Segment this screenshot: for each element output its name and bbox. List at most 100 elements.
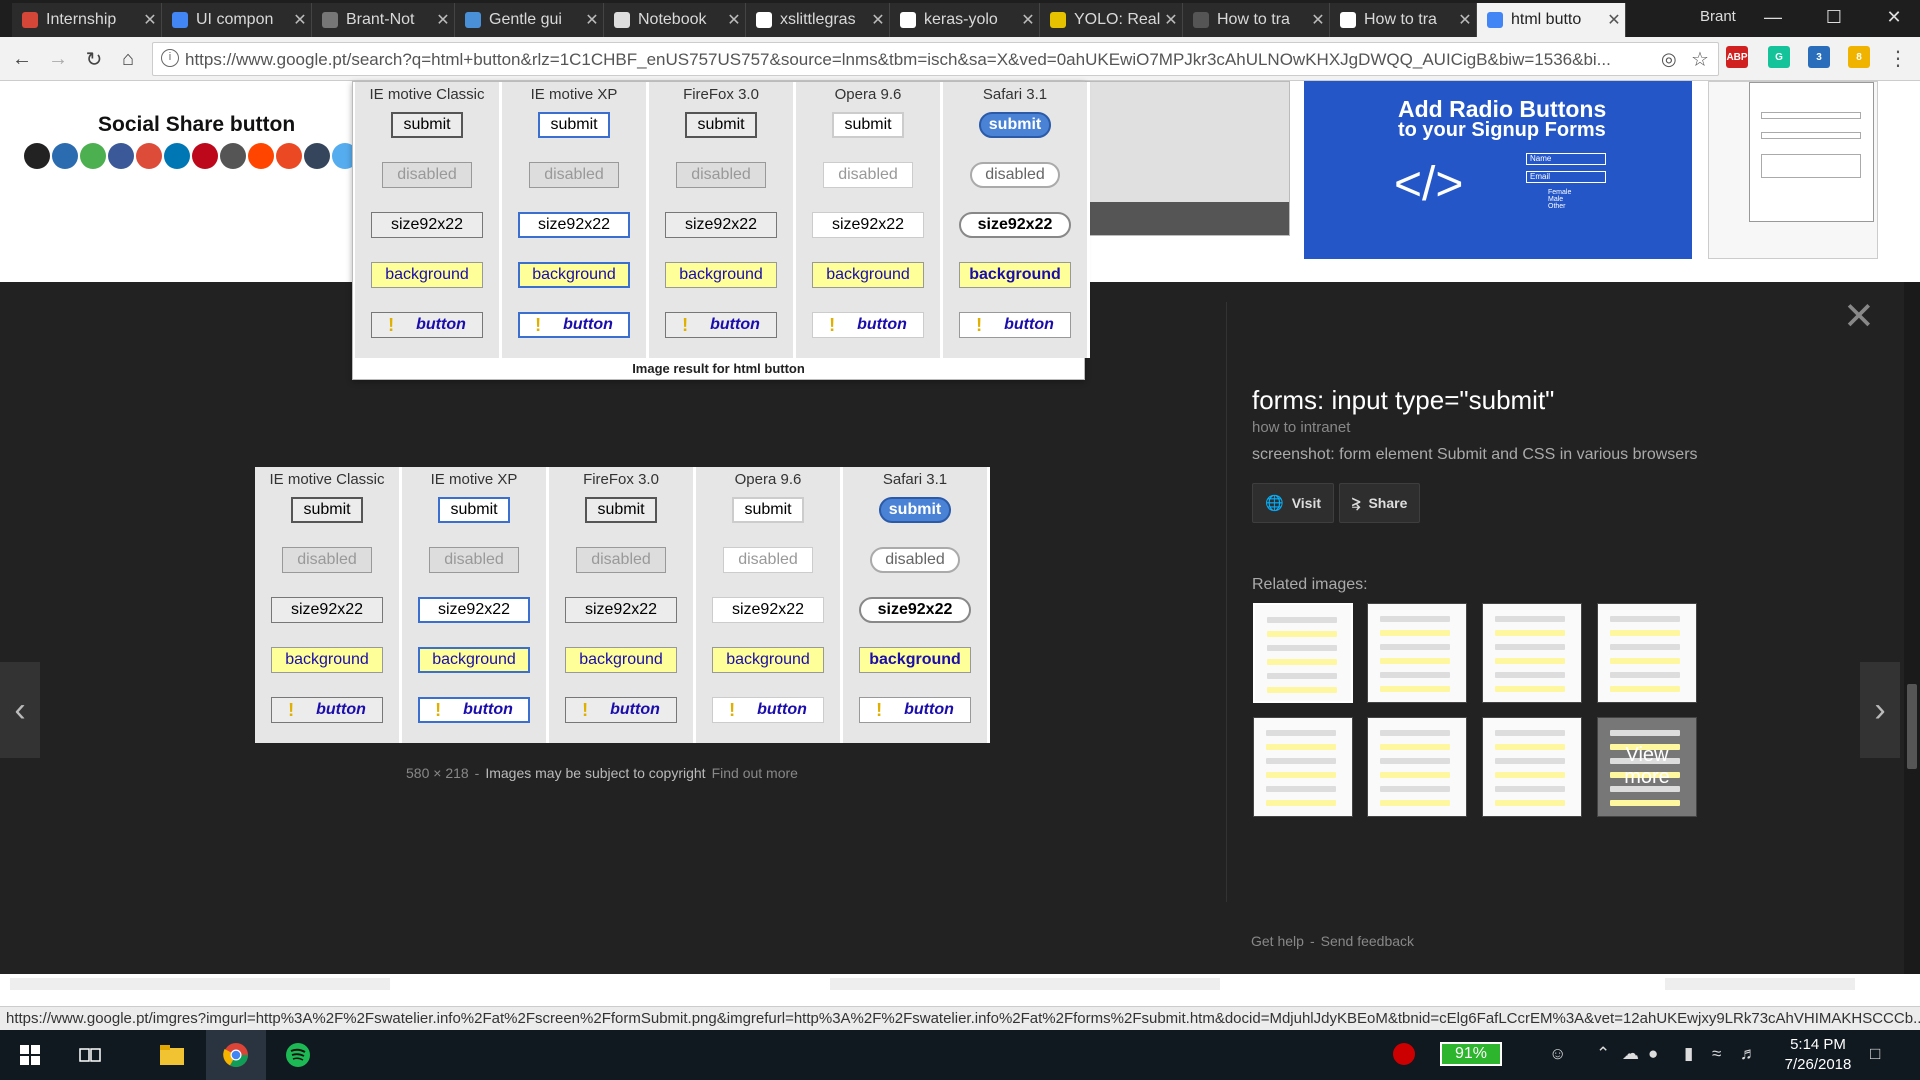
close-tab-icon[interactable]: ✕ [723, 10, 745, 30]
close-tab-icon[interactable]: ✕ [867, 10, 889, 30]
related-image-thumb[interactable]: View more [1597, 717, 1697, 817]
view-more-label[interactable]: View more [1598, 744, 1696, 788]
show-hidden-icons-icon[interactable]: ⌃ [1596, 1044, 1610, 1064]
clock-date[interactable]: 7/26/2018 [1782, 1056, 1854, 1073]
digg-icon[interactable] [52, 143, 78, 169]
panel-scrollbar[interactable] [1904, 282, 1920, 974]
people-icon[interactable]: ☺ [1549, 1044, 1566, 1064]
result-add-radio-buttons[interactable]: Add Radio Buttons to your Signup Forms <… [1304, 81, 1692, 259]
grammarly-icon[interactable]: G [1768, 46, 1790, 68]
close-tab-icon[interactable]: ✕ [432, 10, 454, 30]
close-tab-icon[interactable]: ✕ [1603, 10, 1625, 30]
share-label: Share [1368, 495, 1408, 511]
address-bar[interactable]: i https://www.google.pt/search?q=html+bu… [152, 42, 1719, 76]
tab-title: How to tra [1217, 11, 1290, 28]
spotify-icon[interactable] [268, 1030, 328, 1080]
pinterest-icon[interactable] [192, 143, 218, 169]
close-panel-icon[interactable]: ✕ [1843, 294, 1875, 339]
tab-7[interactable]: keras-yolo ✕ [890, 3, 1040, 37]
tab-4[interactable]: Gentle gui ✕ [455, 3, 604, 37]
image-source[interactable]: how to intranet [1252, 419, 1350, 436]
windows-start-icon[interactable] [0, 1030, 60, 1080]
url-text[interactable]: https://www.google.pt/search?q=html+butt… [185, 50, 1655, 70]
related-image-thumb[interactable] [1253, 603, 1353, 703]
tab-6[interactable]: xslittlegras ✕ [746, 3, 890, 37]
linkedin-icon[interactable] [164, 143, 190, 169]
forward-icon[interactable]: → [44, 45, 72, 73]
result-social-share[interactable]: Social Share button [20, 81, 358, 281]
sample-label: disabled [297, 551, 357, 568]
share-button[interactable]: ⥸ Share [1339, 483, 1421, 523]
tab-1[interactable]: Internship ✕ [12, 3, 162, 37]
onedrive-icon[interactable]: ☁ [1622, 1044, 1639, 1064]
close-tab-icon[interactable]: ✕ [581, 10, 603, 30]
battery-tray-icon[interactable]: ▮ [1684, 1044, 1693, 1064]
adblock-icon[interactable]: ABP [1726, 46, 1748, 68]
visit-button[interactable]: 🌐 Visit [1252, 483, 1334, 523]
find-out-more-link[interactable]: Find out more [712, 765, 798, 781]
reload-icon[interactable]: ↻ [80, 45, 108, 73]
previous-image-arrow-icon[interactable]: ‹ [0, 662, 40, 758]
close-tab-icon[interactable]: ✕ [289, 10, 311, 30]
hover-image-card[interactable]: IE motive Classic submit disabled size92x22… [352, 81, 1090, 380]
tab-8[interactable]: YOLO: Real ✕ [1040, 3, 1183, 37]
get-help-link[interactable]: Get help [1251, 933, 1304, 949]
close-window-button[interactable]: ✕ [1866, 0, 1920, 34]
related-image-thumb[interactable] [1482, 717, 1582, 817]
clock-time[interactable]: 5:14 PM [1782, 1036, 1854, 1053]
menu-icon[interactable]: ⋮ [1888, 46, 1908, 71]
stumbleupon-icon[interactable] [276, 143, 302, 169]
tab-2[interactable]: UI compon ✕ [162, 3, 312, 37]
chrome-icon[interactable] [206, 1030, 266, 1080]
info-icon[interactable]: i [161, 49, 179, 67]
extension-icon[interactable]: 3 [1808, 46, 1830, 68]
antivirus-tray-icon[interactable] [1393, 1043, 1415, 1065]
image-title[interactable]: forms: input type="submit" [1252, 385, 1554, 416]
tray-app-icon[interactable]: ● [1648, 1044, 1658, 1064]
action-center-icon[interactable]: □ [1870, 1044, 1880, 1064]
home-icon[interactable]: ⌂ [114, 45, 142, 73]
buffer-icon[interactable] [24, 143, 50, 169]
back-icon[interactable]: ← [8, 45, 36, 73]
sample-label: background [285, 651, 369, 668]
profile-name[interactable]: Brant [1700, 8, 1736, 25]
email-icon[interactable] [80, 143, 106, 169]
related-image-thumb[interactable] [1482, 603, 1582, 703]
notes-extension-icon[interactable]: 8 [1848, 46, 1870, 68]
close-tab-icon[interactable]: ✕ [1307, 10, 1329, 30]
google-plus-icon[interactable] [136, 143, 162, 169]
result-browser-matrix-thumb[interactable] [1085, 81, 1290, 236]
reddit-icon[interactable] [248, 143, 274, 169]
tumblr-icon[interactable] [304, 143, 330, 169]
related-image-thumb[interactable] [1253, 717, 1353, 817]
volume-icon[interactable]: ♬ [1740, 1044, 1757, 1064]
file-explorer-icon[interactable] [142, 1030, 202, 1080]
related-image-thumb[interactable] [1367, 603, 1467, 703]
next-image-arrow-icon[interactable]: › [1860, 662, 1900, 758]
print-icon[interactable] [220, 143, 246, 169]
tab-5[interactable]: Notebook ✕ [604, 3, 746, 37]
tab-10[interactable]: How to tra ✕ [1330, 3, 1477, 37]
send-feedback-link[interactable]: Send feedback [1321, 933, 1414, 949]
sample-background-button: background [959, 262, 1071, 288]
close-tab-icon[interactable]: ✕ [1017, 10, 1039, 30]
preview-image[interactable]: IE motive Classic submit disabled size92x22… [255, 467, 990, 743]
wifi-icon[interactable]: ≈ [1712, 1044, 1721, 1064]
location-icon[interactable]: ◎ [1661, 49, 1677, 70]
minimize-button[interactable]: — [1745, 0, 1801, 34]
sample-disabled-button: disabled [676, 162, 766, 188]
result-form-screenshot[interactable] [1708, 81, 1878, 259]
task-view-icon[interactable] [60, 1030, 120, 1080]
related-image-thumb[interactable] [1597, 603, 1697, 703]
maximize-button[interactable]: ☐ [1806, 0, 1862, 34]
tab-9[interactable]: How to tra ✕ [1183, 3, 1330, 37]
facebook-icon[interactable] [108, 143, 134, 169]
close-tab-icon[interactable]: ✕ [1160, 10, 1182, 30]
tab-11[interactable]: html butto ✕ [1477, 3, 1626, 37]
close-tab-icon[interactable]: ✕ [1454, 10, 1476, 30]
bookmark-star-icon[interactable]: ☆ [1691, 47, 1709, 72]
battery-indicator[interactable]: 91% [1440, 1042, 1502, 1066]
related-image-thumb[interactable] [1367, 717, 1467, 817]
close-tab-icon[interactable]: ✕ [139, 10, 161, 30]
tab-3[interactable]: Brant-Not ✕ [312, 3, 455, 37]
